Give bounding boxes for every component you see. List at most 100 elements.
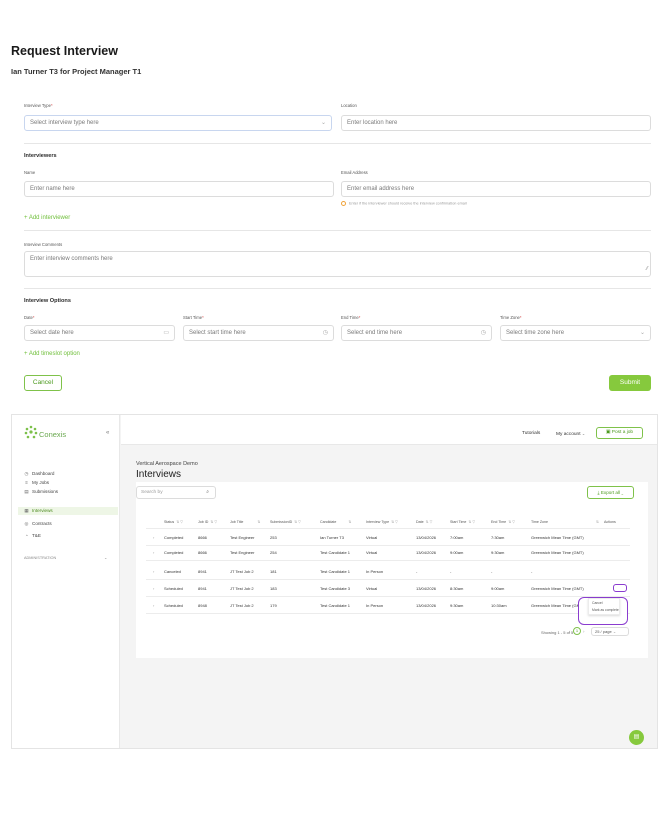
column-header[interactable]: SubmissionID ⇅ ▽ <box>270 520 301 524</box>
table-cell: JT Test Job 2 <box>230 603 254 608</box>
tutorials-link[interactable]: Tutorials <box>522 431 540 436</box>
table-cell: In Person <box>366 603 384 608</box>
table-cell: Test Candidate 1 <box>320 569 351 574</box>
table-cell: 254 <box>270 550 277 555</box>
start-time-picker[interactable]: Select start time here ◷ <box>183 325 334 341</box>
admin-section[interactable]: ADMINISTRATION <box>24 556 56 560</box>
table-cell: 13/04/2026 <box>416 603 437 608</box>
expand-row-icon[interactable]: › <box>153 550 154 555</box>
expand-row-icon[interactable]: › <box>153 569 154 574</box>
table-cell: 13/04/2026 <box>416 535 437 540</box>
next-page-button[interactable]: › <box>583 629 585 634</box>
interview-type-select[interactable]: Select interview type here ⌄ <box>24 115 332 131</box>
column-header[interactable]: End Time ⇅ ▽ <box>491 520 515 524</box>
chevron-down-icon: ⌄ <box>320 120 326 126</box>
chevron-down-icon: ⌄ <box>621 490 624 495</box>
table-cell: - <box>491 569 493 574</box>
table-cell: Test Engineer <box>230 550 255 555</box>
contract-icon: ◎ <box>24 521 29 526</box>
expand-row-icon[interactable]: › <box>153 586 154 591</box>
page-size-select[interactable]: 25 / page ⌄ <box>591 627 629 636</box>
end-time-picker[interactable]: Select end time here ◷ <box>341 325 492 341</box>
add-timeslot-link[interactable]: + Add timeslot option <box>24 351 80 357</box>
expand-row-icon[interactable]: › <box>153 535 154 540</box>
export-all-button[interactable]: ⤓ Export all ⌄ <box>587 486 634 499</box>
sidebar <box>12 415 120 748</box>
prev-page-button[interactable]: ‹ <box>569 629 571 634</box>
post-job-button[interactable]: ▣ Post a job <box>596 427 643 439</box>
date-picker[interactable]: Select date here ▭ <box>24 325 175 341</box>
table-cell: 179 <box>270 603 277 608</box>
column-header[interactable]: Job Title ⇅ <box>230 520 260 524</box>
table-cell: 253 <box>270 535 277 540</box>
table-cell: In Person <box>366 569 384 574</box>
expand-row-icon[interactable]: › <box>153 603 154 608</box>
search-input[interactable]: Search by ⌕ <box>136 486 216 499</box>
menu-item-mark-complete[interactable]: Mark as complete <box>592 608 619 612</box>
email-input[interactable]: Enter email address here <box>341 181 651 197</box>
sidebar-item-te[interactable]: ◔ T&E <box>18 532 118 540</box>
date-label: Date* <box>24 315 35 320</box>
column-header[interactable]: Date ⇅ ▽ <box>416 520 432 524</box>
location-input[interactable]: Enter location here <box>341 115 651 131</box>
clock-icon: ◷ <box>24 471 29 476</box>
timer-icon: ◔ <box>25 533 28 538</box>
column-header[interactable]: Job ID ⇅ ▽ <box>198 520 217 524</box>
page-title: Request Interview <box>11 44 118 58</box>
submit-button[interactable]: Submit <box>609 375 651 391</box>
sidebar-item-submissions[interactable]: ▤ Submissions <box>18 488 118 496</box>
sidebar-item-contracts[interactable]: ◎ Contracts <box>18 520 118 528</box>
options-heading: Interview Options <box>24 298 71 304</box>
cancel-button[interactable]: Cancel <box>24 375 62 391</box>
table-cell: Ian Turner T3 <box>320 535 344 540</box>
chevron-down-icon[interactable]: ⌄ <box>104 555 107 560</box>
name-input[interactable]: Enter name here <box>24 181 334 197</box>
table-row-divider <box>146 560 630 561</box>
column-header[interactable]: Time Zone ⇅ <box>531 520 599 524</box>
clock-icon: ◷ <box>322 330 328 336</box>
resize-handle-icon[interactable]: ⁄⁄ <box>646 262 648 276</box>
chat-button[interactable]: ▤ <box>629 730 644 745</box>
column-header: Actions <box>604 520 616 524</box>
table-row-divider <box>146 613 630 614</box>
account-menu[interactable]: My account ⌄ <box>556 431 585 437</box>
table-row-divider <box>146 579 630 580</box>
table-cell: 8948 <box>198 603 207 608</box>
column-header[interactable]: Candidate ⇅ <box>320 520 351 524</box>
email-hint: Enter if the interviewer should receive … <box>341 201 467 206</box>
table-cell: Test Candidate 1 <box>320 603 351 608</box>
table-cell: - <box>531 569 533 574</box>
menu-item-cancel[interactable]: Cancel <box>592 601 603 605</box>
row-actions-button[interactable] <box>613 584 627 592</box>
collapse-sidebar-icon[interactable]: « <box>106 430 109 436</box>
table-row-divider <box>146 596 630 597</box>
table-cell: 8941 <box>198 569 207 574</box>
clock-icon: ◷ <box>480 330 486 336</box>
interviewers-heading: Interviewers <box>24 153 57 159</box>
chevron-down-icon: ⌄ <box>581 431 586 436</box>
chevron-down-icon: ⌄ <box>612 629 617 634</box>
sidebar-item-my-jobs[interactable]: ≡ My Jobs <box>18 479 118 487</box>
column-header[interactable]: Start Time ⇅ ▽ <box>450 520 475 524</box>
page-1-button[interactable]: 1 <box>573 627 581 635</box>
interview-type-label: Interview Type* <box>24 103 53 108</box>
table-cell: 10:30am <box>491 603 507 608</box>
download-icon: ⤓ <box>597 490 600 495</box>
column-header[interactable]: Status ⇅ ▽ <box>164 520 183 524</box>
table-cell: 13/04/2026 <box>416 586 437 591</box>
logo-icon <box>24 425 38 439</box>
info-icon <box>341 201 346 206</box>
add-interviewer-link[interactable]: + Add interviewer <box>24 215 70 221</box>
chevron-down-icon: ⌄ <box>639 330 645 336</box>
table-cell: Greenwich Mean Time (GMT) <box>531 535 584 540</box>
sidebar-item-dashboard[interactable]: ◷ Dashboard <box>18 470 118 478</box>
search-icon: ⌕ <box>206 489 209 495</box>
time-zone-select[interactable]: Select time zone here ⌄ <box>500 325 651 341</box>
interviews-title: Interviews <box>136 469 182 480</box>
email-label: Email Address <box>341 170 368 175</box>
comments-textarea[interactable]: Enter interview comments here ⁄⁄ <box>24 251 651 277</box>
table-cell: 9:30am <box>450 603 464 608</box>
topbar <box>121 415 657 445</box>
column-header[interactable]: Interview Type ⇅ ▽ <box>366 520 398 524</box>
sidebar-item-interviews[interactable]: ▦ Interviews <box>18 507 118 515</box>
